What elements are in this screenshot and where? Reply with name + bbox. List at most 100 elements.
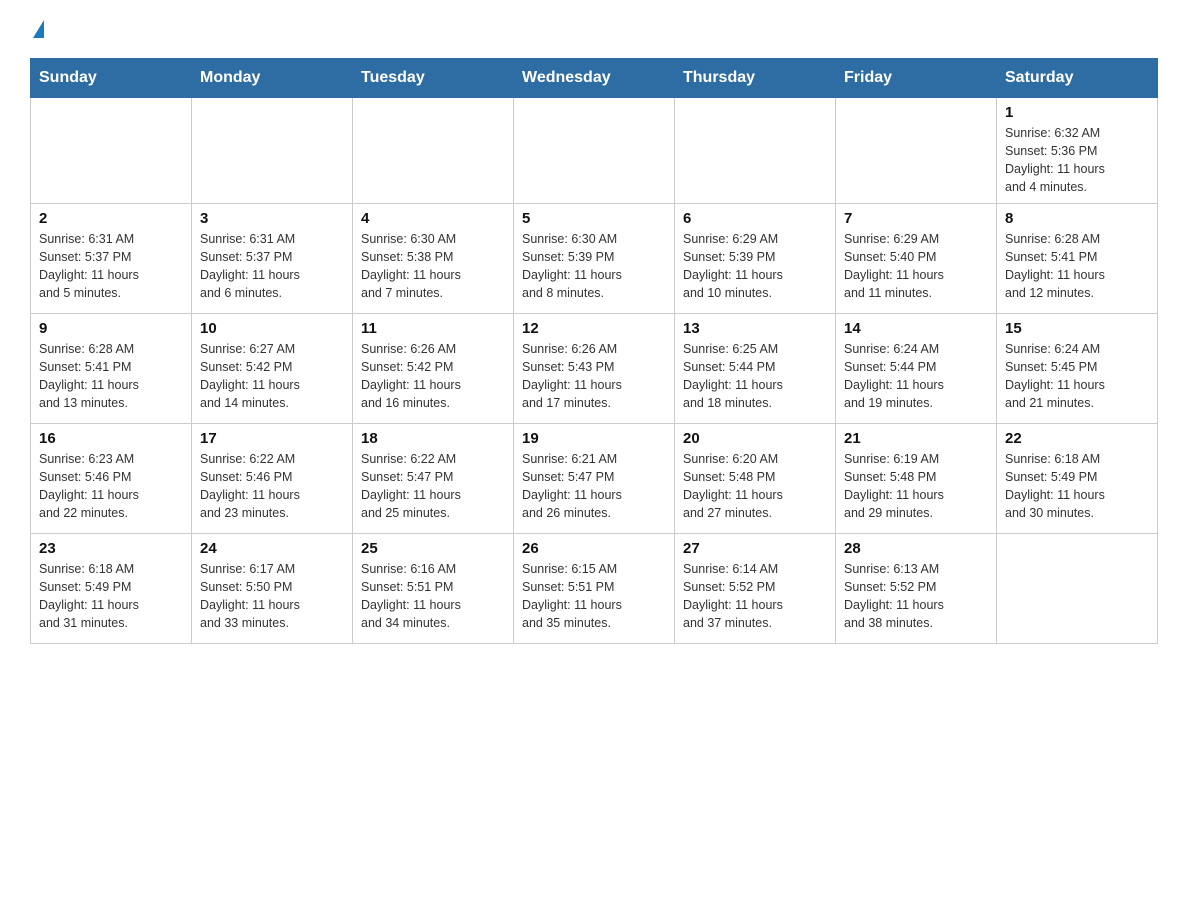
day-number: 22 xyxy=(1005,430,1149,447)
day-info: Sunrise: 6:29 AM Sunset: 5:39 PM Dayligh… xyxy=(683,230,827,303)
day-number: 23 xyxy=(39,540,183,557)
calendar-cell-w4d6 xyxy=(997,533,1158,643)
day-number: 13 xyxy=(683,320,827,337)
calendar-cell-w0d4 xyxy=(675,98,836,204)
calendar-cell-w4d5: 28 Sunrise: 6:13 AM Sunset: 5:52 PM Dayli… xyxy=(836,533,997,643)
day-info: Sunrise: 6:31 AM Sunset: 5:37 PM Dayligh… xyxy=(39,230,183,303)
calendar-cell-w3d1: 17Sunrise: 6:22 AM Sunset: 5:46 PM Dayli… xyxy=(192,423,353,533)
day-number: 5 xyxy=(522,210,666,227)
day-info: Sunrise: 6:22 AM Sunset: 5:46 PM Dayligh… xyxy=(200,450,344,523)
day-info: Sunrise: 6:26 AM Sunset: 5:43 PM Dayligh… xyxy=(522,340,666,413)
day-info: Sunrise: 6:31 AM Sunset: 5:37 PM Dayligh… xyxy=(200,230,344,303)
day-info: Sunrise: 6:18 AM Sunset: 5:49 PM Dayligh… xyxy=(39,560,183,633)
calendar-cell-w2d1: 10 Sunrise: 6:27 AM Sunset: 5:42 PM Dayli… xyxy=(192,313,353,423)
calendar-cell-w3d3: 19 Sunrise: 6:21 AM Sunset: 5:47 PM Dayli… xyxy=(514,423,675,533)
calendar-cell-w1d0: 2 Sunrise: 6:31 AM Sunset: 5:37 PM Daylig… xyxy=(31,203,192,313)
day-number: 27 xyxy=(683,540,827,557)
calendar-cell-w2d3: 12 Sunrise: 6:26 AM Sunset: 5:43 PM Dayli… xyxy=(514,313,675,423)
day-info: Sunrise: 6:28 AM Sunset: 5:41 PM Dayligh… xyxy=(1005,230,1149,303)
day-number: 28 xyxy=(844,540,988,557)
day-number: 10 xyxy=(200,320,344,337)
day-number: 8 xyxy=(1005,210,1149,227)
day-info: Sunrise: 6:21 AM Sunset: 5:47 PM Dayligh… xyxy=(522,450,666,523)
header xyxy=(30,20,1158,40)
day-info: Sunrise: 6:16 AM Sunset: 5:51 PM Dayligh… xyxy=(361,560,505,633)
day-info: Sunrise: 6:25 AM Sunset: 5:44 PM Dayligh… xyxy=(683,340,827,413)
day-number: 24 xyxy=(200,540,344,557)
logo-triangle-icon xyxy=(33,20,44,38)
day-number: 25 xyxy=(361,540,505,557)
day-number: 9 xyxy=(39,320,183,337)
calendar-cell-w3d2: 18 Sunrise: 6:22 AM Sunset: 5:47 PM Dayli… xyxy=(353,423,514,533)
calendar-cell-w3d6: 22 Sunrise: 6:18 AM Sunset: 5:49 PM Dayli… xyxy=(997,423,1158,533)
calendar-cell-w1d4: 6 Sunrise: 6:29 AM Sunset: 5:39 PM Daylig… xyxy=(675,203,836,313)
week-row-0: 1 Sunrise: 6:32 AM Sunset: 5:36 PM Daylig… xyxy=(31,98,1158,204)
day-number: 1 xyxy=(1005,104,1149,121)
calendar-header-row: SundayMondayTuesdayWednesdayThursdayFrid… xyxy=(31,59,1158,98)
calendar-cell-w0d2 xyxy=(353,98,514,204)
day-info: Sunrise: 6:19 AM Sunset: 5:48 PM Dayligh… xyxy=(844,450,988,523)
day-info: Sunrise: 6:18 AM Sunset: 5:49 PM Dayligh… xyxy=(1005,450,1149,523)
header-friday: Friday xyxy=(836,59,997,98)
calendar-cell-w3d5: 21 Sunrise: 6:19 AM Sunset: 5:48 PM Dayli… xyxy=(836,423,997,533)
day-number: 18 xyxy=(361,430,505,447)
day-info: Sunrise: 6:14 AM Sunset: 5:52 PM Dayligh… xyxy=(683,560,827,633)
calendar-cell-w4d4: 27 Sunrise: 6:14 AM Sunset: 5:52 PM Dayli… xyxy=(675,533,836,643)
calendar-cell-w4d2: 25 Sunrise: 6:16 AM Sunset: 5:51 PM Dayli… xyxy=(353,533,514,643)
header-thursday: Thursday xyxy=(675,59,836,98)
day-info: Sunrise: 6:13 AM Sunset: 5:52 PM Dayligh… xyxy=(844,560,988,633)
calendar-cell-w3d4: 20 Sunrise: 6:20 AM Sunset: 5:48 PM Dayli… xyxy=(675,423,836,533)
day-number: 19 xyxy=(522,430,666,447)
calendar-cell-w0d0 xyxy=(31,98,192,204)
logo xyxy=(30,20,44,40)
day-info: Sunrise: 6:17 AM Sunset: 5:50 PM Dayligh… xyxy=(200,560,344,633)
day-info: Sunrise: 6:27 AM Sunset: 5:42 PM Dayligh… xyxy=(200,340,344,413)
day-info: Sunrise: 6:32 AM Sunset: 5:36 PM Dayligh… xyxy=(1005,124,1149,197)
calendar-cell-w4d3: 26 Sunrise: 6:15 AM Sunset: 5:51 PM Dayli… xyxy=(514,533,675,643)
calendar-cell-w4d0: 23 Sunrise: 6:18 AM Sunset: 5:49 PM Dayli… xyxy=(31,533,192,643)
calendar-cell-w3d0: 16 Sunrise: 6:23 AM Sunset: 5:46 PM Dayli… xyxy=(31,423,192,533)
week-row-1: 2 Sunrise: 6:31 AM Sunset: 5:37 PM Daylig… xyxy=(31,203,1158,313)
week-row-4: 23 Sunrise: 6:18 AM Sunset: 5:49 PM Dayli… xyxy=(31,533,1158,643)
day-number: 14 xyxy=(844,320,988,337)
day-info: Sunrise: 6:28 AM Sunset: 5:41 PM Dayligh… xyxy=(39,340,183,413)
calendar-cell-w0d6: 1 Sunrise: 6:32 AM Sunset: 5:36 PM Daylig… xyxy=(997,98,1158,204)
week-row-3: 16 Sunrise: 6:23 AM Sunset: 5:46 PM Dayli… xyxy=(31,423,1158,533)
day-info: Sunrise: 6:30 AM Sunset: 5:38 PM Dayligh… xyxy=(361,230,505,303)
day-number: 2 xyxy=(39,210,183,227)
calendar-cell-w0d3 xyxy=(514,98,675,204)
calendar-cell-w2d5: 14 Sunrise: 6:24 AM Sunset: 5:44 PM Dayli… xyxy=(836,313,997,423)
day-info: Sunrise: 6:15 AM Sunset: 5:51 PM Dayligh… xyxy=(522,560,666,633)
day-number: 4 xyxy=(361,210,505,227)
day-number: 26 xyxy=(522,540,666,557)
day-info: Sunrise: 6:22 AM Sunset: 5:47 PM Dayligh… xyxy=(361,450,505,523)
header-saturday: Saturday xyxy=(997,59,1158,98)
day-number: 21 xyxy=(844,430,988,447)
day-number: 3 xyxy=(200,210,344,227)
day-number: 16 xyxy=(39,430,183,447)
calendar-cell-w1d1: 3 Sunrise: 6:31 AM Sunset: 5:37 PM Daylig… xyxy=(192,203,353,313)
day-number: 15 xyxy=(1005,320,1149,337)
day-number: 11 xyxy=(361,320,505,337)
calendar-cell-w2d2: 11 Sunrise: 6:26 AM Sunset: 5:42 PM Dayli… xyxy=(353,313,514,423)
logo-line1 xyxy=(30,20,44,40)
day-number: 6 xyxy=(683,210,827,227)
day-info: Sunrise: 6:24 AM Sunset: 5:45 PM Dayligh… xyxy=(1005,340,1149,413)
calendar-cell-w2d6: 15 Sunrise: 6:24 AM Sunset: 5:45 PM Dayli… xyxy=(997,313,1158,423)
day-info: Sunrise: 6:26 AM Sunset: 5:42 PM Dayligh… xyxy=(361,340,505,413)
calendar-cell-w4d1: 24 Sunrise: 6:17 AM Sunset: 5:50 PM Dayli… xyxy=(192,533,353,643)
day-info: Sunrise: 6:20 AM Sunset: 5:48 PM Dayligh… xyxy=(683,450,827,523)
header-wednesday: Wednesday xyxy=(514,59,675,98)
calendar-cell-w2d0: 9 Sunrise: 6:28 AM Sunset: 5:41 PM Daylig… xyxy=(31,313,192,423)
calendar-cell-w1d6: 8 Sunrise: 6:28 AM Sunset: 5:41 PM Daylig… xyxy=(997,203,1158,313)
calendar-cell-w1d5: 7Sunrise: 6:29 AM Sunset: 5:40 PM Daylig… xyxy=(836,203,997,313)
day-number: 7 xyxy=(844,210,988,227)
day-info: Sunrise: 6:23 AM Sunset: 5:46 PM Dayligh… xyxy=(39,450,183,523)
calendar-cell-w1d2: 4 Sunrise: 6:30 AM Sunset: 5:38 PM Daylig… xyxy=(353,203,514,313)
calendar-cell-w0d1 xyxy=(192,98,353,204)
header-sunday: Sunday xyxy=(31,59,192,98)
day-number: 20 xyxy=(683,430,827,447)
day-info: Sunrise: 6:24 AM Sunset: 5:44 PM Dayligh… xyxy=(844,340,988,413)
day-number: 12 xyxy=(522,320,666,337)
calendar-cell-w0d5 xyxy=(836,98,997,204)
